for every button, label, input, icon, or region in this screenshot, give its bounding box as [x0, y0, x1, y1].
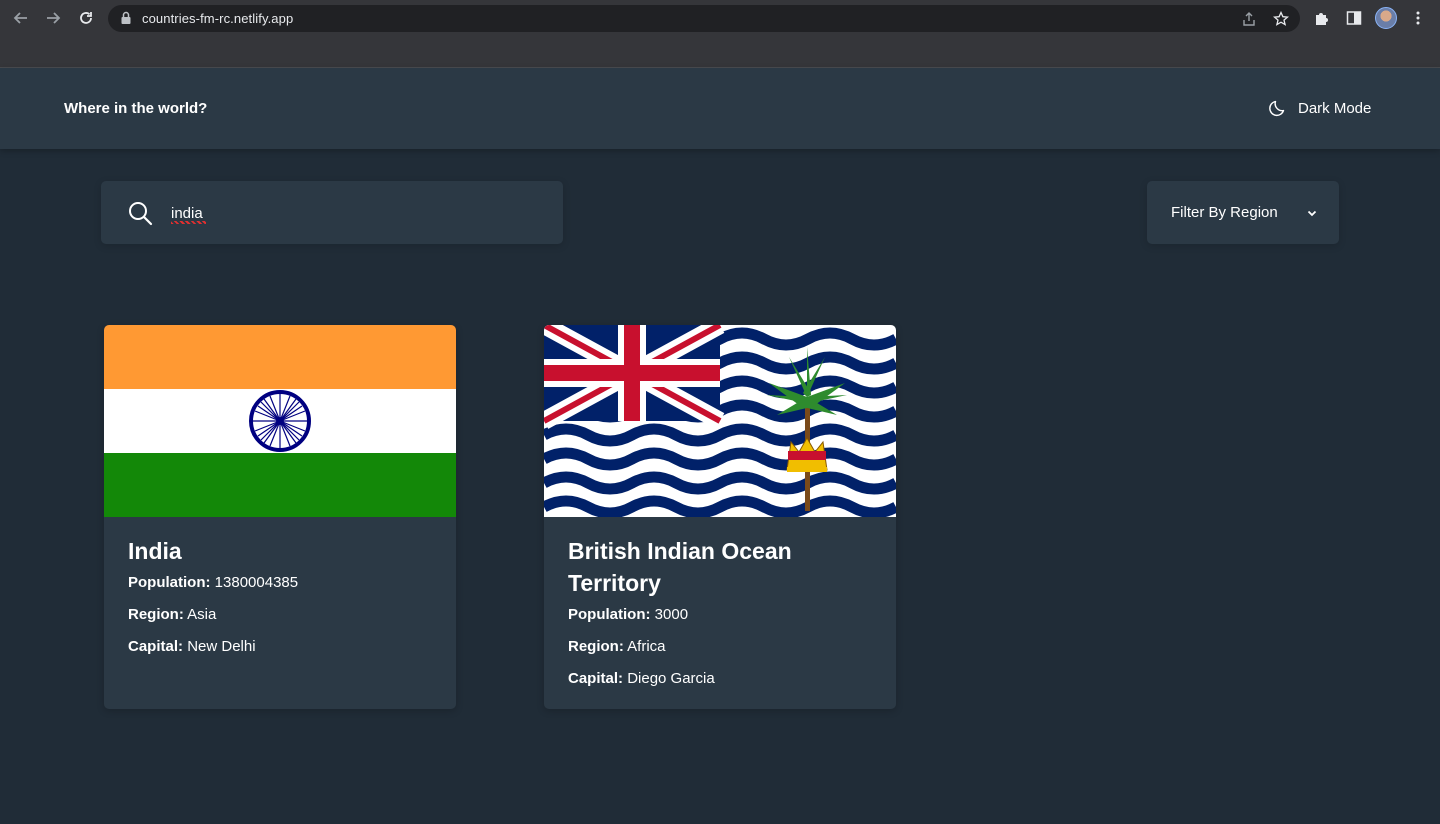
star-icon [1273, 11, 1289, 26]
dark-mode-toggle[interactable]: Dark Mode [1268, 98, 1371, 118]
bookmark-button[interactable] [1272, 10, 1290, 28]
capital-label: Capital: [128, 638, 184, 655]
share-icon [1243, 12, 1255, 26]
dark-mode-label: Dark Mode [1298, 99, 1372, 117]
region-row: Region: Asia [128, 605, 438, 625]
spellcheck-underline [171, 221, 206, 224]
side-panel-button[interactable] [1344, 8, 1364, 28]
card-body: India Population: 1380004385 Region: Asi… [128, 535, 438, 669]
browser-chrome: countries-fm-rc.netlify.app [0, 0, 1440, 68]
side-panel-icon [1346, 11, 1362, 25]
profile-avatar[interactable] [1375, 7, 1397, 29]
country-name: British Indian Ocean Territory [568, 538, 792, 596]
india-flag [104, 325, 456, 517]
search-input[interactable] [171, 201, 531, 225]
lock-icon [121, 11, 131, 24]
capital-value: Diego Garcia [627, 670, 715, 687]
extensions-button[interactable] [1312, 8, 1332, 28]
browser-menu-button[interactable] [1408, 8, 1428, 28]
reload-button[interactable] [75, 7, 97, 29]
reload-icon [80, 12, 92, 24]
region-value: Africa [627, 638, 666, 655]
region-row: Region: Africa [568, 637, 878, 657]
biot-flag [544, 325, 896, 517]
search-box[interactable] [101, 181, 563, 244]
browser-toolbar: countries-fm-rc.netlify.app [0, 0, 1440, 36]
capital-value: New Delhi [187, 638, 256, 655]
more-vertical-icon [1416, 11, 1420, 25]
app-title: Where in the world? [64, 100, 208, 117]
share-button[interactable] [1240, 10, 1258, 28]
puzzle-icon [1316, 13, 1328, 25]
country-card[interactable]: British Indian Ocean Territory Populatio… [544, 325, 896, 709]
country-name: India [128, 538, 182, 564]
filter-label: Filter By Region [1171, 204, 1278, 221]
country-card[interactable]: India Population: 1380004385 Region: Asi… [104, 325, 456, 709]
population-row: Population: 1380004385 [128, 573, 438, 593]
back-button[interactable] [10, 7, 32, 29]
capital-row: Capital: New Delhi [128, 637, 438, 657]
region-filter-dropdown[interactable]: Filter By Region [1147, 181, 1339, 244]
region-label: Region: [568, 638, 624, 655]
population-value: 3000 [654, 606, 689, 623]
arrow-right-icon [47, 12, 61, 24]
capital-row: Capital: Diego Garcia [568, 669, 878, 689]
population-value: 1380004385 [214, 574, 299, 591]
arrow-left-icon [13, 12, 27, 24]
population-label: Population: [128, 574, 211, 591]
forward-button[interactable] [42, 7, 64, 29]
capital-label: Capital: [568, 670, 624, 687]
card-body: British Indian Ocean Territory Populatio… [568, 535, 878, 701]
address-bar[interactable]: countries-fm-rc.netlify.app [108, 5, 1300, 32]
app-header: Where in the world? Dark Mode [0, 68, 1440, 149]
search-icon [129, 202, 153, 226]
url-text: countries-fm-rc.netlify.app [142, 11, 294, 26]
population-label: Population: [568, 606, 651, 623]
region-label: Region: [128, 606, 184, 623]
region-value: Asia [187, 606, 217, 623]
moon-icon [1269, 100, 1285, 117]
population-row: Population: 3000 [568, 605, 878, 625]
chevron-down-icon [1307, 210, 1317, 217]
